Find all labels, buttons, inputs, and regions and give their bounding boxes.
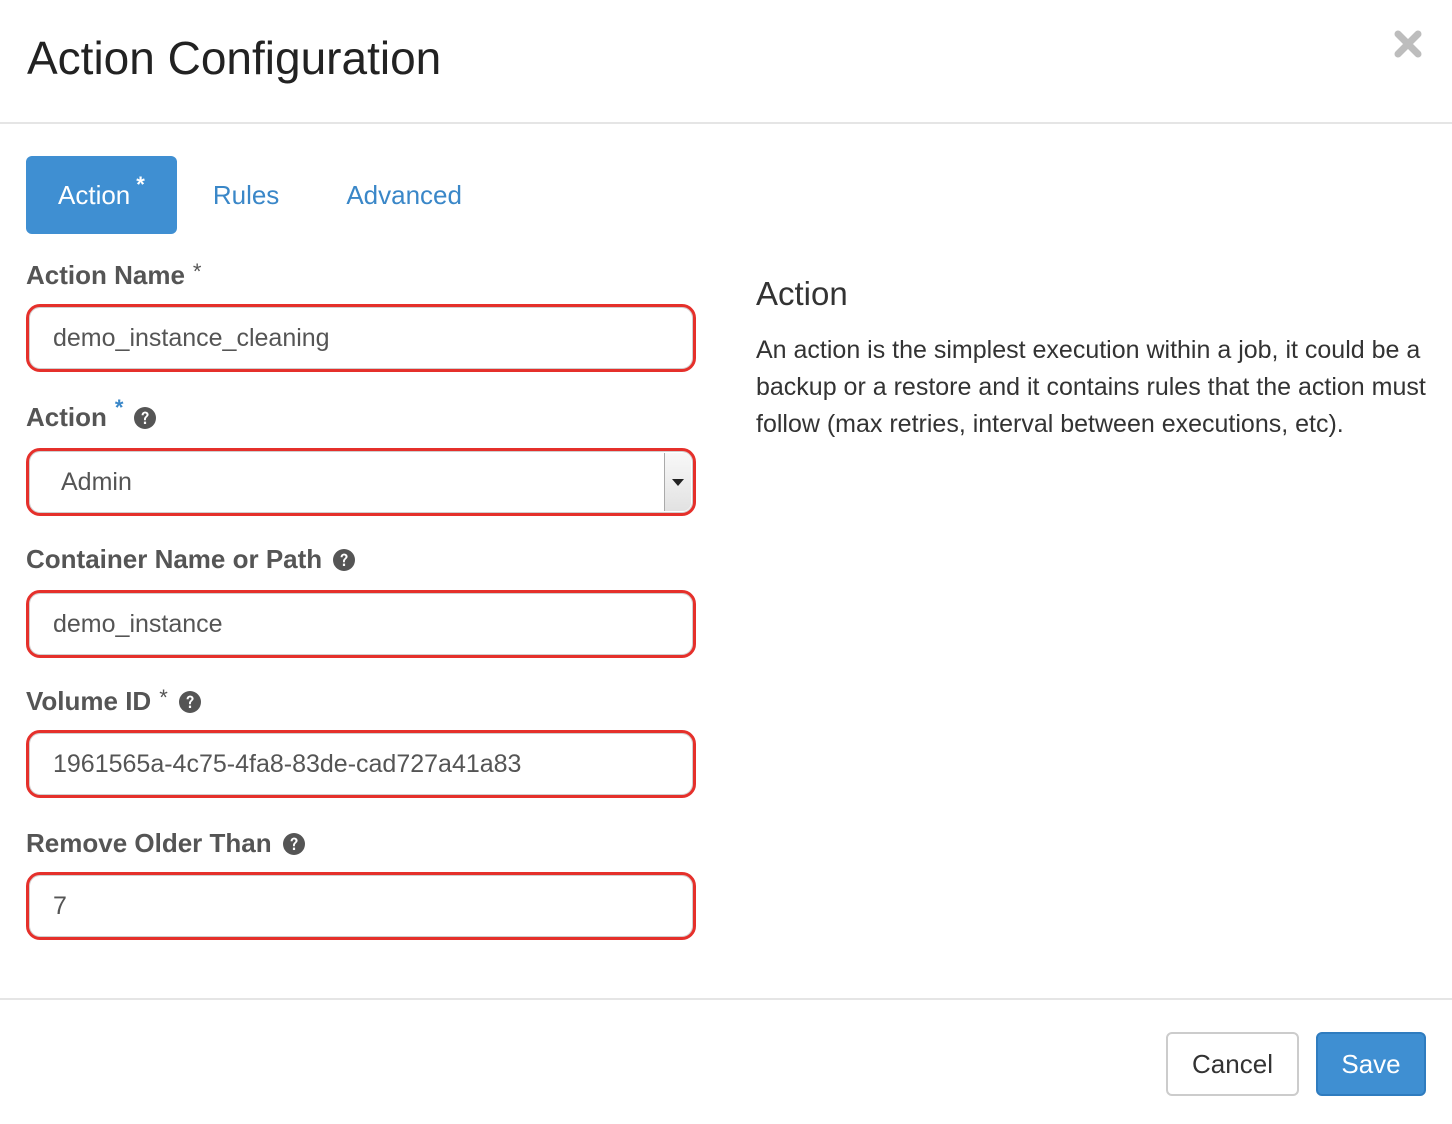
remove-older-than-label-text: Remove Older Than [26,828,272,858]
dialog-header: Action Configuration [0,0,1452,124]
required-star: * [136,172,145,197]
action-name-label: Action Name * [26,258,202,291]
action-select-label: Action * [26,395,157,433]
question-circle-icon[interactable] [133,406,157,430]
close-icon[interactable] [1390,26,1426,62]
question-circle-icon[interactable] [178,690,202,714]
volume-id-input[interactable] [29,733,693,795]
action-select-value: Admin [61,468,132,496]
volume-id-label-text: Volume ID [26,686,152,716]
chevron-down-icon [672,478,684,486]
action-select-label-text: Action [26,402,107,432]
cancel-button[interactable]: Cancel [1166,1032,1299,1096]
required-star: * [114,394,124,420]
tab-rules-label: Rules [212,179,280,210]
close-button[interactable] [1390,26,1426,62]
remove-older-than-field-wrap [26,872,696,940]
help-panel: Action An action is the simplest executi… [756,270,1436,443]
help-text: An action is the simplest execution with… [756,336,1426,438]
action-name-field-wrap [26,304,696,372]
action-name-input[interactable] [29,307,693,369]
action-name-label-text: Action Name [26,260,185,290]
dialog-footer: Cancel Save [0,998,1452,1124]
question-circle-icon[interactable] [332,548,356,572]
container-label: Container Name or Path [26,544,356,575]
remove-older-than-input[interactable] [29,875,693,937]
tab-advanced[interactable]: Advanced [313,156,482,234]
dialog-title: Action Configuration [27,32,442,84]
tab-bar: Action * Rules Advanced [26,156,482,234]
remove-older-than-label: Remove Older Than [26,828,306,859]
tab-rules[interactable]: Rules [177,156,313,234]
tab-advanced-label: Advanced [346,179,462,210]
action-select[interactable]: Admin [26,448,696,516]
container-input[interactable] [29,593,693,655]
question-circle-icon[interactable] [282,832,306,856]
tab-action[interactable]: Action * [26,156,177,234]
required-star: * [192,258,202,284]
container-field-wrap [26,590,696,658]
container-label-text: Container Name or Path [26,544,323,574]
save-button[interactable]: Save [1316,1032,1426,1096]
volume-id-field-wrap [26,730,696,798]
help-title: Action [756,275,848,312]
volume-id-label: Volume ID * [26,684,202,717]
required-star: * [159,684,168,710]
tab-action-label: Action [58,179,131,210]
dropdown-toggle[interactable] [664,453,691,511]
